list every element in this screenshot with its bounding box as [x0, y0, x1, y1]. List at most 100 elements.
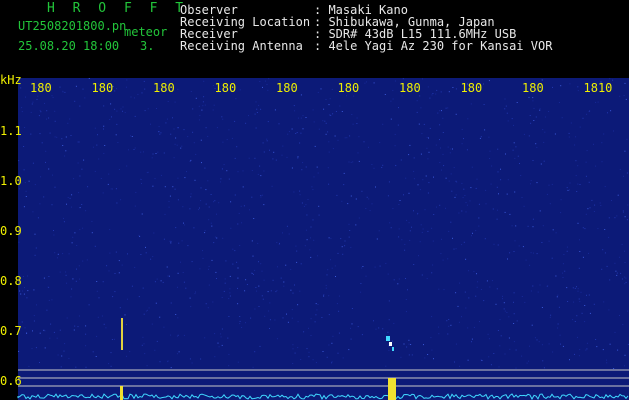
noise-speckle	[486, 280, 488, 282]
noise-speckle	[83, 159, 85, 161]
noise-speckle	[249, 209, 250, 211]
noise-speckle	[207, 307, 209, 309]
noise-speckle	[32, 330, 33, 332]
noise-speckle	[245, 279, 247, 281]
noise-speckle	[221, 344, 223, 346]
noise-speckle	[398, 236, 400, 238]
noise-speckle	[552, 351, 554, 353]
noise-speckle	[530, 252, 532, 254]
noise-speckle	[134, 205, 136, 207]
noise-speckle	[254, 269, 256, 271]
noise-speckle	[115, 134, 117, 136]
noise-speckle	[503, 302, 505, 304]
noise-speckle	[506, 112, 508, 114]
noise-speckle	[82, 88, 84, 90]
noise-speckle	[299, 190, 301, 192]
noise-speckle	[528, 360, 530, 362]
noise-speckle	[62, 91, 64, 93]
noise-speckle	[566, 187, 568, 189]
noise-speckle	[376, 238, 378, 240]
noise-speckle	[476, 273, 477, 275]
noise-speckle	[528, 135, 530, 137]
noise-speckle	[561, 117, 563, 119]
noise-speckle	[604, 252, 606, 254]
noise-speckle	[208, 265, 210, 267]
noise-speckle	[608, 236, 610, 238]
noise-speckle	[23, 206, 25, 208]
noise-speckle	[264, 80, 266, 82]
noise-speckle	[601, 161, 603, 163]
noise-speckle	[504, 108, 506, 110]
noise-speckle	[500, 168, 501, 170]
noise-speckle	[439, 162, 441, 163]
noise-speckle	[466, 149, 468, 151]
noise-speckle	[536, 253, 538, 255]
noise-speckle	[496, 218, 498, 220]
noise-speckle	[502, 298, 503, 300]
noise-speckle	[103, 125, 105, 127]
noise-speckle	[445, 177, 447, 179]
noise-speckle	[463, 138, 464, 140]
noise-speckle	[43, 329, 45, 331]
noise-speckle	[49, 132, 51, 134]
noise-speckle	[436, 89, 438, 91]
noise-speckle	[542, 129, 544, 131]
noise-speckle	[528, 96, 530, 98]
noise-speckle	[216, 278, 217, 279]
noise-speckle	[104, 145, 106, 146]
noise-speckle	[483, 83, 484, 85]
noise-speckle	[465, 211, 467, 213]
noise-speckle	[182, 206, 184, 208]
spectrogram-plot: 180 180 180 180 180 180 180 180 180 1810 1.1 1.0 0.…	[0, 73, 629, 400]
noise-speckle	[348, 236, 350, 238]
noise-speckle	[392, 340, 393, 342]
noise-speckle	[450, 148, 452, 150]
noise-speckle	[216, 237, 218, 239]
noise-speckle	[164, 186, 166, 188]
noise-speckle	[212, 109, 214, 111]
noise-speckle	[23, 169, 25, 171]
noise-speckle	[488, 356, 490, 358]
noise-speckle	[431, 349, 433, 351]
noise-speckle	[221, 297, 223, 298]
noise-speckle	[156, 108, 157, 109]
frequency-tick-label: 0.7	[0, 324, 22, 338]
noise-speckle	[330, 259, 331, 261]
noise-speckle	[361, 267, 363, 269]
noise-speckle	[151, 157, 153, 159]
noise-speckle	[212, 301, 214, 303]
noise-speckle	[579, 251, 581, 252]
noise-speckle	[231, 137, 233, 139]
noise-speckle	[329, 98, 331, 100]
noise-speckle	[558, 102, 560, 103]
noise-speckle	[128, 149, 129, 151]
noise-speckle	[577, 183, 579, 185]
noise-speckle	[134, 266, 136, 268]
noise-speckle	[586, 294, 587, 296]
noise-speckle	[562, 277, 564, 278]
noise-speckle	[269, 149, 270, 151]
noise-speckle	[458, 212, 460, 214]
noise-speckle	[356, 123, 358, 124]
noise-speckle	[200, 200, 202, 202]
noise-speckle	[281, 154, 283, 156]
noise-speckle	[360, 291, 362, 293]
noise-speckle	[345, 95, 347, 97]
noise-speckle	[395, 165, 397, 167]
noise-speckle	[404, 243, 406, 245]
noise-speckle	[433, 358, 434, 360]
noise-speckle	[524, 301, 526, 303]
noise-speckle	[268, 310, 270, 312]
noise-speckle	[39, 109, 41, 111]
noise-speckle	[180, 261, 181, 263]
noise-speckle	[461, 210, 463, 212]
noise-speckle	[530, 180, 532, 182]
noise-speckle	[422, 78, 423, 80]
noise-speckle	[264, 315, 266, 317]
noise-speckle	[235, 98, 237, 100]
noise-speckle	[45, 150, 47, 152]
noise-speckle	[167, 275, 169, 277]
noise-speckle	[575, 175, 577, 177]
noise-speckle	[379, 142, 381, 144]
noise-speckle	[71, 242, 73, 244]
